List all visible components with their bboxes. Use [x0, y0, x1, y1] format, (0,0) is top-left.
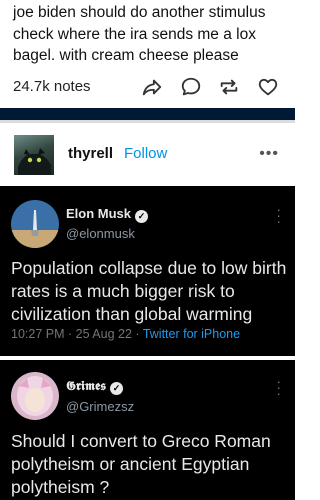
- tweet-author-name: Elon Musk ✓: [66, 206, 149, 223]
- tweet-more-icon[interactable]: · · ·: [276, 202, 281, 228]
- post-text: joe biden should do another stimulus che…: [13, 4, 266, 64]
- section-divider: [0, 108, 295, 120]
- tweet-source-link[interactable]: Twitter for iPhone: [143, 327, 240, 341]
- post-actions: 24.7k notes: [0, 76, 295, 102]
- tweet-author-handle: @Grimezsz: [66, 399, 135, 414]
- tweet-meta: 10:27 PM · 25 Aug 22 · Twitter for iPhon…: [11, 327, 240, 341]
- tweet-timestamp: 10:27 PM · 25 Aug 22 ·: [11, 327, 143, 341]
- avatar[interactable]: [11, 372, 59, 420]
- avatar[interactable]: [14, 135, 54, 175]
- more-options-icon[interactable]: •••: [259, 145, 279, 163]
- follow-button[interactable]: Follow: [124, 145, 167, 162]
- tweet-card: Elon Musk ✓ @elonmusk · · · Population coll…: [0, 186, 295, 356]
- notes-count[interactable]: 24.7k notes: [13, 78, 91, 95]
- share-arrow-icon[interactable]: [141, 76, 163, 98]
- tweet-card: 𝕲𝖗𝖎𝖒𝖊𝖘 ✓ @Grimezsz · · · Should I convert t…: [0, 360, 295, 500]
- tweet-author-handle: @elonmusk: [66, 226, 135, 241]
- verified-badge-icon: ✓: [110, 382, 124, 395]
- tweet-author-name: 𝕲𝖗𝖎𝖒𝖊𝖘 ✓: [66, 378, 124, 395]
- tweet-more-icon[interactable]: · · ·: [276, 374, 281, 400]
- reblog-username[interactable]: thyrell: [68, 145, 113, 162]
- reply-bubble-icon[interactable]: [180, 76, 202, 98]
- heart-icon[interactable]: [257, 76, 279, 98]
- tweet-text: Should I convert to Greco Roman polythei…: [11, 431, 271, 497]
- tweet-text: Population collapse due to low birth rat…: [11, 258, 287, 324]
- tumblr-post: joe biden should do another stimulus che…: [0, 0, 295, 108]
- avatar[interactable]: [11, 200, 59, 248]
- reblog-icon[interactable]: [218, 76, 240, 98]
- verified-badge-icon: ✓: [135, 210, 149, 223]
- reblog-header: thyrell Follow •••: [0, 123, 295, 184]
